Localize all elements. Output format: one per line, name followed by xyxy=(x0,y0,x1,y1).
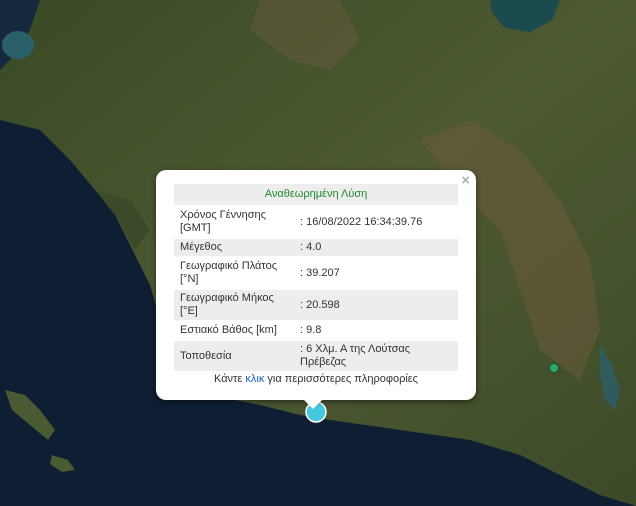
row-label: Γεωγραφικό Μήκος [°E] xyxy=(174,290,296,320)
row-value: : 16/08/2022 16:34:39.76 xyxy=(300,215,423,228)
more-info-link[interactable]: κλικ xyxy=(245,373,264,385)
table-row: Γεωγραφικό Μήκος [°E] : 20.598 xyxy=(174,290,458,320)
table-row: Τοποθεσία : 6 Χλμ. Α της Λούτσας Πρέβεζα… xyxy=(174,341,458,371)
popup-title: Αναθεωρημένη Λύση xyxy=(174,184,458,205)
row-label: Τοποθεσία xyxy=(174,341,296,371)
earthquake-info-popup: × Αναθεωρημένη Λύση Χρόνος Γέννησης [GMT… xyxy=(156,170,476,400)
more-prefix: Κάντε xyxy=(214,373,246,385)
row-label: Εστιακό Βάθος [km] xyxy=(180,324,277,336)
more-suffix: για περισσότερες πληροφορίες xyxy=(264,373,418,385)
table-row: Μέγεθος : 4.0 xyxy=(174,239,458,256)
details-table: Αναθεωρημένη Λύση Χρόνος Γέννησης [GMT] … xyxy=(174,182,458,373)
row-label: Χρόνος Γέννησης [GMT] xyxy=(180,209,266,234)
popup-pointer xyxy=(302,398,324,409)
row-value: : 4.0 xyxy=(296,239,458,256)
row-label: Μέγεθος xyxy=(174,239,296,256)
table-row: Εστιακό Βάθος [km] : 9.8 xyxy=(174,322,458,339)
western-lake xyxy=(2,31,34,59)
earthquake-marker[interactable] xyxy=(549,363,559,373)
close-icon[interactable]: × xyxy=(461,173,470,189)
row-label: Γεωγραφικό Πλάτος [°N] xyxy=(180,260,278,285)
table-row: Γεωγραφικό Πλάτος [°N] : 39.207 xyxy=(174,258,458,288)
row-value: : 6 Χλμ. Α της Λούτσας Πρέβεζας xyxy=(296,341,458,371)
row-value: : 20.598 xyxy=(296,290,458,320)
row-value: : 39.207 xyxy=(300,266,340,279)
more-info-line: Κάντε κλικ για περισσότερες πληροφορίες xyxy=(156,373,476,385)
table-row: Χρόνος Γέννησης [GMT] : 16/08/2022 16:34… xyxy=(174,207,458,237)
row-value: : 9.8 xyxy=(300,324,322,336)
